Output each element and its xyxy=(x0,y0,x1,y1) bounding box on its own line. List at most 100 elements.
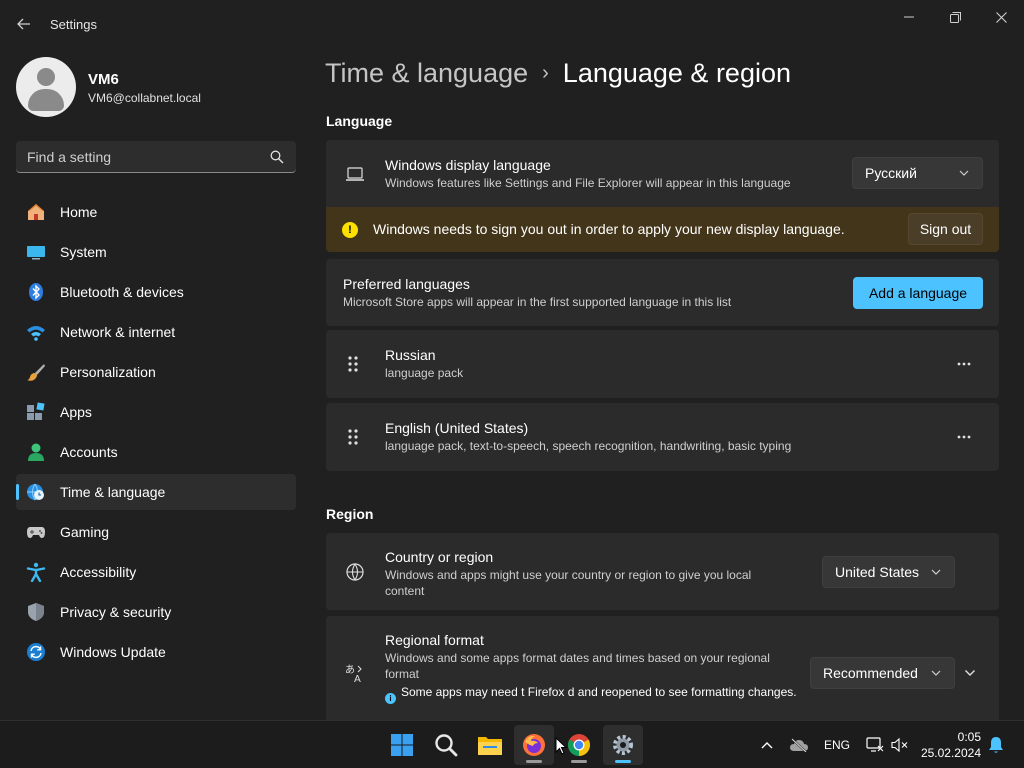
chevron-down-icon xyxy=(931,569,941,575)
mouse-cursor-icon xyxy=(555,737,567,755)
app-title: Settings xyxy=(50,17,97,32)
more-options-button[interactable] xyxy=(949,427,979,447)
wifi-icon xyxy=(27,326,45,341)
language-features: language pack, text-to-speech, speech re… xyxy=(385,439,792,453)
sidebar-item-label: Privacy & security xyxy=(60,604,172,620)
sidebar-item-system[interactable]: System xyxy=(16,234,296,270)
laptop-icon xyxy=(346,167,364,181)
language-item-english[interactable]: English (United States) language pack, t… xyxy=(326,403,999,471)
sign-out-button[interactable]: Sign out xyxy=(908,213,983,245)
language-item-russian[interactable]: Russian language pack xyxy=(326,330,999,398)
breadcrumb-parent[interactable]: Time & language xyxy=(325,58,528,88)
sidebar-nav: Home System Bluetooth & devices Network … xyxy=(16,194,296,674)
brush-icon xyxy=(27,364,45,381)
regional-format-dropdown[interactable]: Recommended xyxy=(810,657,955,689)
firefox-button[interactable] xyxy=(514,725,554,765)
sidebar-item-time-language[interactable]: Time & language xyxy=(16,474,296,510)
drag-handle-icon[interactable] xyxy=(346,428,360,446)
search-input[interactable] xyxy=(16,141,266,172)
search-icon xyxy=(435,734,458,757)
sidebar-item-apps[interactable]: Apps xyxy=(16,394,296,430)
regional-format-card[interactable]: あA Regional format Windows and some apps… xyxy=(326,616,999,720)
taskbar: ENG 0:05 25.02.2024 xyxy=(0,720,1024,768)
chrome-icon xyxy=(568,734,590,756)
sidebar-item-privacy[interactable]: Privacy & security xyxy=(16,594,296,630)
back-button[interactable] xyxy=(12,12,36,36)
search-icon[interactable] xyxy=(270,150,284,164)
regional-format-value: Recommended xyxy=(823,665,918,681)
country-region-dropdown[interactable]: United States xyxy=(822,556,955,588)
cloud-offline-icon xyxy=(790,738,808,752)
minimize-icon xyxy=(904,16,914,18)
sidebar-item-gaming[interactable]: Gaming xyxy=(16,514,296,550)
taskbar-clock[interactable]: 0:05 25.02.2024 xyxy=(921,729,981,761)
file-explorer-button[interactable] xyxy=(470,725,510,765)
search-box[interactable] xyxy=(16,141,296,173)
region-section-title: Region xyxy=(326,506,374,522)
start-icon xyxy=(391,734,413,756)
display-language-value: Русский xyxy=(865,165,917,181)
input-language-indicator[interactable]: ENG xyxy=(820,735,854,755)
system-icon xyxy=(27,246,45,260)
preferred-languages-title: Preferred languages xyxy=(343,276,470,292)
page-title: Language & region xyxy=(562,58,791,88)
user-name: VM6 xyxy=(88,71,119,88)
bell-icon xyxy=(989,737,1003,753)
sidebar-item-label: Bluetooth & devices xyxy=(60,284,184,300)
sidebar-item-label: Gaming xyxy=(60,524,110,540)
sidebar-item-network[interactable]: Network & internet xyxy=(16,314,296,350)
more-icon xyxy=(957,362,971,366)
sidebar-item-accessibility[interactable]: Accessibility xyxy=(16,554,296,590)
sidebar-item-bluetooth[interactable]: Bluetooth & devices xyxy=(16,274,296,310)
chevron-up-icon xyxy=(761,742,773,749)
globe-icon xyxy=(346,563,364,581)
show-hidden-icons-button[interactable] xyxy=(758,735,776,755)
sidebar-item-windows-update[interactable]: Windows Update xyxy=(16,634,296,670)
country-region-value: United States xyxy=(835,564,920,580)
expand-button[interactable] xyxy=(955,663,985,683)
country-region-title: Country or region xyxy=(385,549,494,565)
sidebar-item-personalization[interactable]: Personalization xyxy=(16,354,296,390)
chevron-down-icon xyxy=(965,670,975,676)
volume-button[interactable] xyxy=(890,735,910,755)
clock-date: 25.02.2024 xyxy=(920,746,981,760)
display-language-card: Windows display language Windows feature… xyxy=(326,140,999,207)
language-name: English (United States) xyxy=(385,420,529,436)
regional-format-info: Some apps may need t Firefox d and reope… xyxy=(401,685,797,699)
close-button[interactable] xyxy=(978,6,1024,28)
start-button[interactable] xyxy=(382,725,422,765)
language-features: language pack xyxy=(385,366,464,380)
sidebar-item-label: Apps xyxy=(60,404,92,420)
gamepad-icon xyxy=(27,527,45,538)
settings-taskbar-button[interactable] xyxy=(603,725,643,765)
country-region-subtitle: Windows and apps might use your country … xyxy=(385,568,752,598)
volume-muted-icon xyxy=(891,737,908,753)
add-language-button[interactable]: Add a language xyxy=(853,277,983,309)
sidebar-item-accounts[interactable]: Accounts xyxy=(16,434,296,470)
maximize-button[interactable] xyxy=(932,6,978,28)
firefox-icon xyxy=(523,734,545,756)
country-region-card: Country or region Windows and apps might… xyxy=(326,533,999,610)
sidebar-item-label: Home xyxy=(60,204,98,220)
notifications-button[interactable] xyxy=(986,735,1006,755)
taskbar-search-button[interactable] xyxy=(426,725,466,765)
apps-icon xyxy=(27,402,45,420)
regional-format-icon: あA xyxy=(345,664,362,683)
onedrive-button[interactable] xyxy=(788,735,810,755)
chevron-down-icon xyxy=(959,170,969,176)
preferred-languages-subtitle: Microsoft Store apps will appear in the … xyxy=(343,295,732,309)
accounts-icon xyxy=(28,443,44,461)
more-options-button[interactable] xyxy=(949,354,979,374)
breadcrumb-separator: › xyxy=(542,62,549,84)
minimize-button[interactable] xyxy=(886,6,932,28)
drag-handle-icon[interactable] xyxy=(346,355,360,373)
preferred-languages-card: Preferred languages Microsoft Store apps… xyxy=(326,259,999,326)
language-section-title: Language xyxy=(326,113,393,129)
display-language-dropdown[interactable]: Русский xyxy=(852,157,983,189)
sidebar-item-home[interactable]: Home xyxy=(16,194,296,230)
title-bar: Settings xyxy=(0,0,1024,48)
regional-format-title: Regional format xyxy=(385,632,484,648)
svg-text:A: A xyxy=(354,674,361,683)
network-button[interactable] xyxy=(864,735,886,755)
display-language-title: Windows display language xyxy=(385,157,551,173)
